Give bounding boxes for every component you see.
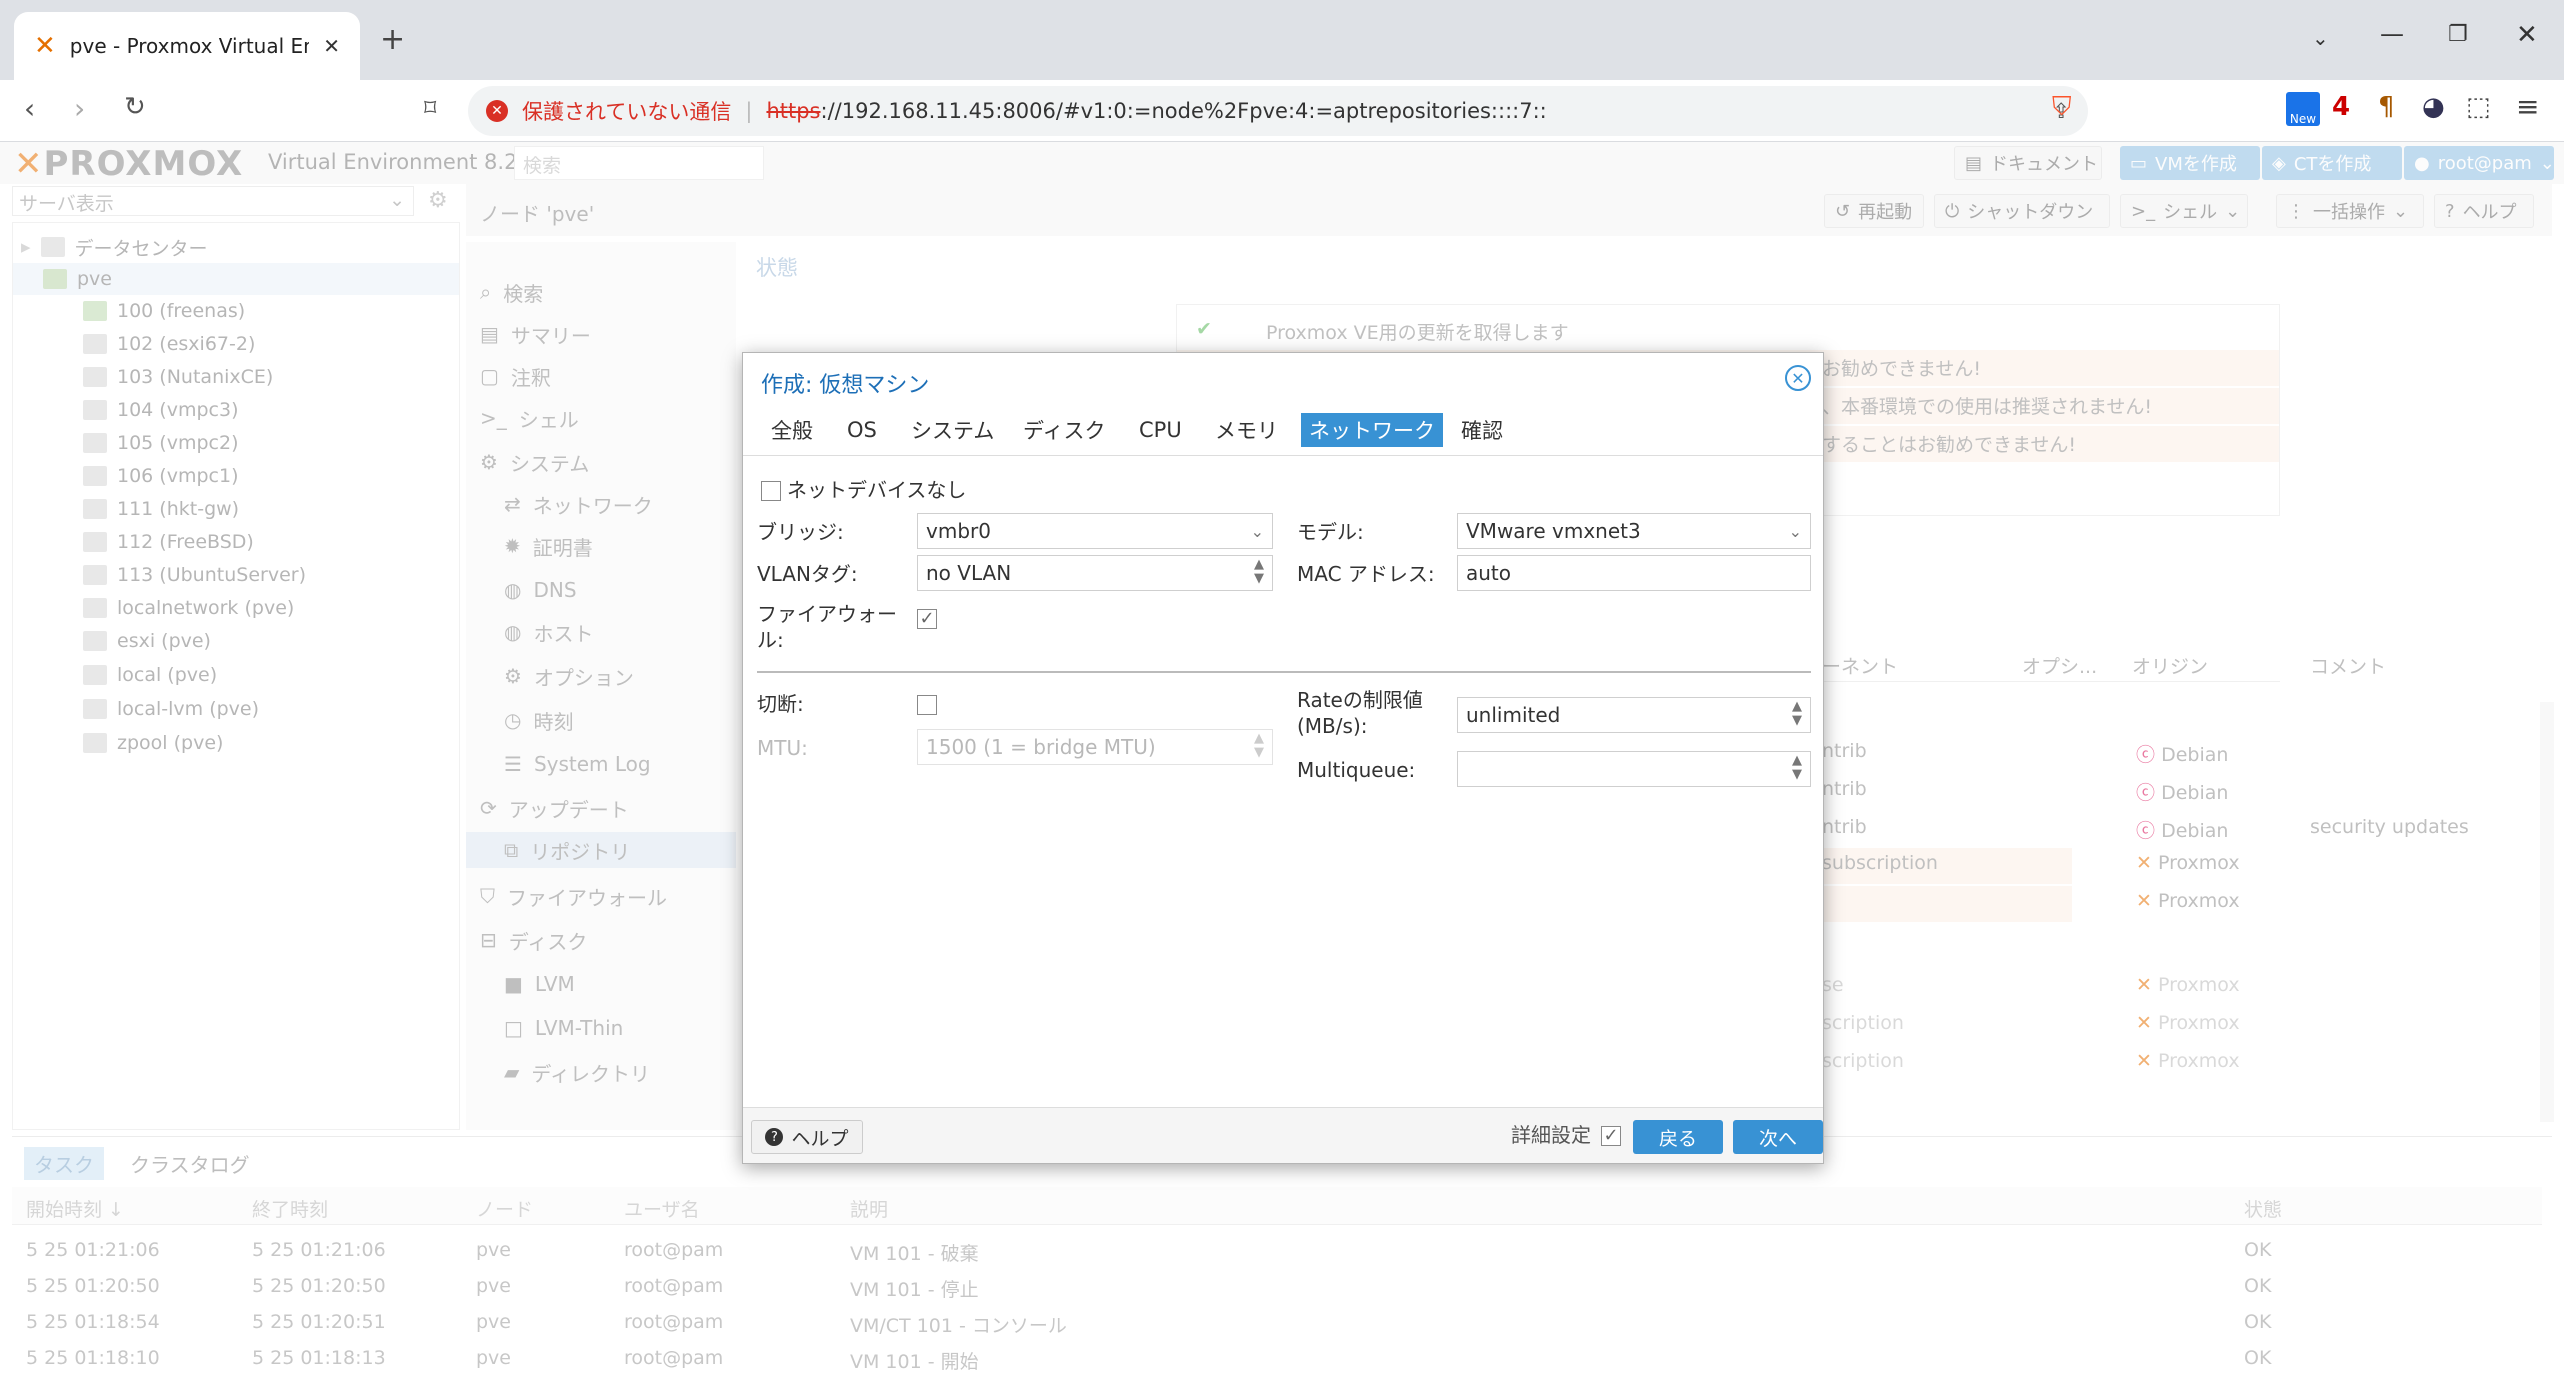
- disconnect-checkbox[interactable]: [917, 695, 937, 715]
- bridge-select[interactable]: vmbr0 ⌄: [917, 513, 1273, 549]
- tab-title: pve - Proxmox Virtual Environme: [69, 34, 309, 58]
- spinner-icon: ▲ ▼: [1254, 557, 1264, 586]
- back-button[interactable]: 戻る: [1633, 1120, 1723, 1154]
- dialog-title: 作成: 仮想マシン: [761, 373, 930, 398]
- model-select[interactable]: VMware vmxnet3 ⌄: [1457, 513, 1811, 549]
- url-text: https://192.168.11.45:8006/#v1:0:=node%2…: [766, 99, 1547, 123]
- create-vm-dialog: 作成: 仮想マシン ✕ 全般 OS システム ディスク CPU メモリ ネットワ…: [742, 352, 1824, 1164]
- pilcrow-extension-icon[interactable]: ¶: [2378, 92, 2395, 122]
- browser-toolbar: ‹ › ↻ ⌑ ✕ 保護されていない通信 | https://192.168.1…: [0, 80, 2564, 142]
- dialog-footer: ? ヘルプ 詳細設定 ✓ 戻る 次へ: [743, 1107, 1823, 1163]
- tab-search-icon[interactable]: ⌄: [2312, 26, 2329, 50]
- brave-shield-icon[interactable]: ⛉: [2052, 92, 2072, 123]
- tab-system[interactable]: システム: [903, 413, 1002, 447]
- disconnect-label: 切断:: [757, 692, 804, 716]
- reload-icon[interactable]: ↻: [124, 92, 146, 122]
- close-tab-icon[interactable]: ✕: [323, 34, 340, 58]
- mac-address-label: MAC アドレス:: [1297, 562, 1435, 586]
- extension-new-icon[interactable]: New: [2286, 92, 2320, 126]
- mtu-input[interactable]: 1500 (1 = bridge MTU) ▲ ▼: [917, 729, 1273, 765]
- vlan-tag-label: VLANタグ:: [757, 562, 858, 586]
- back-icon[interactable]: ‹: [24, 92, 35, 125]
- tab-general[interactable]: 全般: [763, 413, 821, 447]
- extension-badge[interactable]: 4: [2332, 92, 2350, 122]
- tab-cpu[interactable]: CPU: [1131, 413, 1190, 447]
- maximize-icon[interactable]: ❐: [2448, 22, 2468, 47]
- firewall-checkbox[interactable]: ✓: [917, 609, 937, 629]
- advanced-checkbox[interactable]: ✓: [1601, 1126, 1621, 1146]
- bridge-label: ブリッジ:: [757, 520, 844, 544]
- chevron-down-icon: ⌄: [1250, 522, 1264, 541]
- spinner-icon: ▲ ▼: [1254, 731, 1264, 760]
- tab-confirm[interactable]: 確認: [1453, 413, 1511, 447]
- multiqueue-spinner[interactable]: ▲ ▼: [1457, 751, 1811, 787]
- menu-icon[interactable]: ≡: [2516, 90, 2539, 123]
- model-label: モデル:: [1297, 520, 1364, 544]
- tab-divider: [743, 455, 1823, 456]
- rate-limit-spinner[interactable]: unlimited ▲ ▼: [1457, 697, 1811, 733]
- tab-disk[interactable]: ディスク: [1015, 413, 1114, 447]
- no-network-device-checkbox[interactable]: [761, 481, 781, 501]
- advanced-label: 詳細設定: [1511, 1123, 1591, 1147]
- multiqueue-label: Multiqueue:: [1297, 758, 1416, 782]
- rate-limit-label: Rateの制限値 (MB/s):: [1297, 688, 1423, 738]
- close-window-icon[interactable]: ✕: [2516, 20, 2538, 50]
- bookmark-icon[interactable]: ⌑: [424, 94, 436, 122]
- proxmox-favicon-icon: ✕: [34, 31, 56, 61]
- security-status[interactable]: 保護されていない通信: [522, 96, 731, 126]
- tab-network[interactable]: ネットワーク: [1301, 413, 1443, 447]
- no-network-device-label: ネットデバイスなし: [787, 478, 967, 502]
- browser-tab-bar: ✕ pve - Proxmox Virtual Environme ✕ + ⌄ …: [0, 0, 2564, 80]
- next-button[interactable]: 次へ: [1733, 1120, 1823, 1154]
- dialog-help-button[interactable]: ? ヘルプ: [751, 1120, 863, 1154]
- tab-os[interactable]: OS: [839, 413, 885, 447]
- close-dialog-icon[interactable]: ✕: [1785, 365, 1811, 391]
- chevron-down-icon: ⌄: [1788, 522, 1802, 541]
- extensions-icon[interactable]: ⬚: [2466, 92, 2491, 122]
- mac-address-input[interactable]: auto: [1457, 555, 1811, 591]
- vlan-tag-spinner[interactable]: no VLAN ▲ ▼: [917, 555, 1273, 591]
- minimize-icon[interactable]: —: [2380, 20, 2404, 48]
- mtu-label: MTU:: [757, 736, 808, 760]
- browser-tab[interactable]: ✕ pve - Proxmox Virtual Environme ✕: [14, 12, 360, 80]
- new-tab-icon[interactable]: +: [380, 22, 405, 57]
- spinner-icon: ▲ ▼: [1792, 699, 1802, 728]
- advanced-divider: [757, 671, 1811, 673]
- spinner-icon: ▲ ▼: [1792, 753, 1802, 782]
- globe-extension-icon[interactable]: ◕: [2422, 92, 2445, 122]
- tab-memory[interactable]: メモリ: [1207, 413, 1286, 447]
- forward-icon[interactable]: ›: [74, 92, 85, 125]
- help-icon: ?: [765, 1128, 784, 1146]
- address-bar[interactable]: ✕ 保護されていない通信 | https://192.168.11.45:800…: [468, 86, 2088, 136]
- insecure-warning-icon: ✕: [486, 100, 508, 122]
- firewall-label: ファイアウォー ル:: [757, 602, 897, 652]
